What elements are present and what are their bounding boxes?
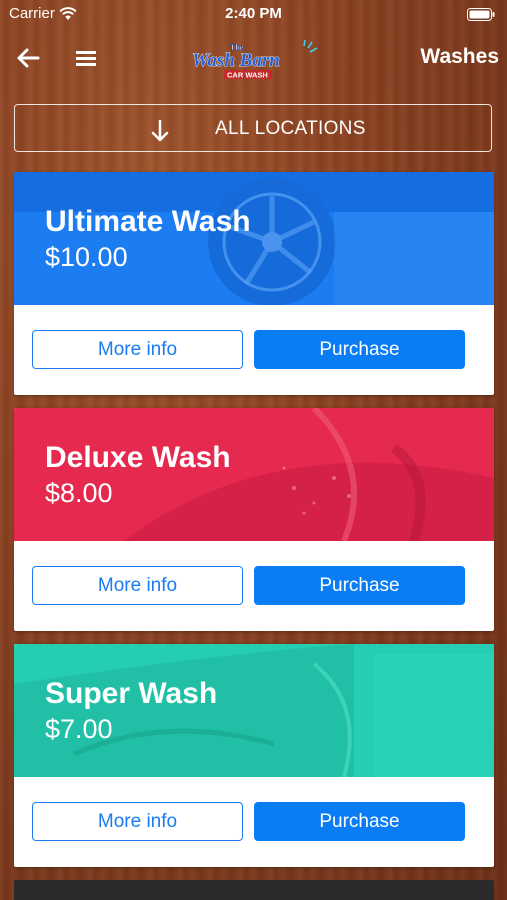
purchase-button[interactable]: Purchase bbox=[254, 566, 465, 605]
page-title: Washes bbox=[420, 45, 499, 68]
wash-name: Ultimate Wash bbox=[45, 205, 251, 238]
all-locations-button[interactable]: ALL LOCATIONS bbox=[14, 104, 492, 152]
wash-card-deluxe: Deluxe Wash $8.00 More info Purchase bbox=[14, 408, 494, 631]
svg-text:CAR WASH: CAR WASH bbox=[227, 71, 268, 80]
wash-card-hero: Ultimate Wash $10.00 bbox=[14, 172, 494, 305]
wash-card-ultimate: Ultimate Wash $10.00 More info Purchase bbox=[14, 172, 494, 395]
status-time: 2:40 PM bbox=[225, 5, 282, 22]
battery-icon bbox=[467, 8, 495, 21]
more-info-button[interactable]: More info bbox=[32, 802, 243, 841]
wash-card-super: Super Wash $7.00 More info Purchase bbox=[14, 644, 494, 867]
arrow-left-icon[interactable] bbox=[14, 44, 42, 72]
wash-card-hero: Deluxe Wash $8.00 bbox=[14, 408, 494, 541]
arrow-down-icon bbox=[151, 119, 169, 142]
wash-name: Super Wash bbox=[45, 677, 218, 710]
wash-card-partial bbox=[14, 880, 494, 900]
status-bar: Carrier 2:40 PM bbox=[0, 0, 507, 28]
wash-price: $7.00 bbox=[45, 714, 113, 744]
nav-bar: The Wash Barn CAR WASH Washes bbox=[0, 30, 507, 88]
svg-text:Wash Barn: Wash Barn bbox=[192, 50, 280, 71]
more-info-button[interactable]: More info bbox=[32, 566, 243, 605]
wash-price: $10.00 bbox=[45, 242, 128, 272]
hamburger-menu-icon[interactable] bbox=[72, 44, 100, 72]
wash-barn-logo: The Wash Barn CAR WASH bbox=[192, 39, 318, 80]
wash-card-hero: Super Wash $7.00 bbox=[14, 644, 494, 777]
wash-name: Deluxe Wash bbox=[45, 441, 231, 474]
more-info-button[interactable]: More info bbox=[32, 330, 243, 369]
wash-price: $8.00 bbox=[45, 478, 113, 508]
purchase-button[interactable]: Purchase bbox=[254, 330, 465, 369]
purchase-button[interactable]: Purchase bbox=[254, 802, 465, 841]
all-locations-label: ALL LOCATIONS bbox=[215, 118, 366, 139]
